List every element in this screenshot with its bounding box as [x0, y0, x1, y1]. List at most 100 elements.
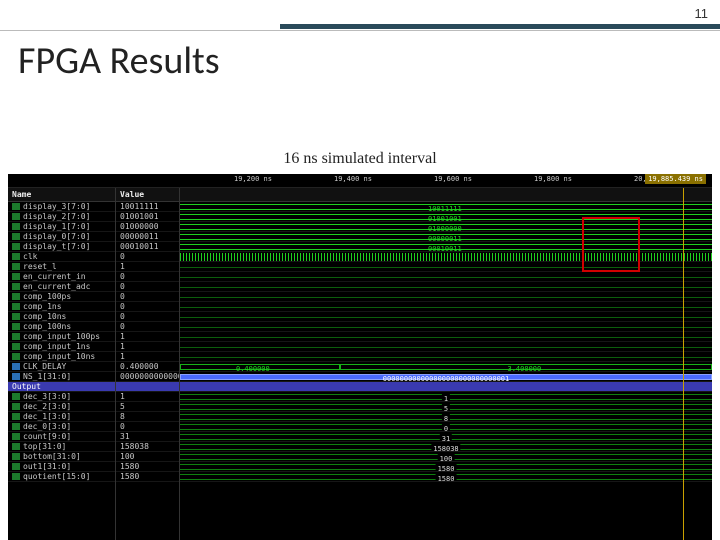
waveform-row[interactable] [180, 382, 712, 392]
signal-name[interactable]: comp_100ps [8, 292, 115, 302]
signal-name[interactable]: display_2[7:0] [8, 212, 115, 222]
bus-wave: 00000011 [180, 234, 712, 240]
waveform-row[interactable] [180, 352, 712, 362]
signal-value: 1580 [116, 472, 179, 482]
bus-wave-highlight: 000000000000000000000000000001 [180, 374, 712, 380]
waveform-row[interactable]: 1 [180, 392, 712, 402]
signal-value: 1 [116, 392, 179, 402]
column-header-value: Value [116, 188, 179, 202]
signal-name-text: clk [23, 252, 37, 261]
waveform-header [180, 188, 712, 202]
clock-wave [180, 253, 712, 261]
bus-wave: 100 [180, 454, 712, 460]
signal-name-text: en_current_adc [23, 282, 90, 291]
bus-wave: 01001001 [180, 214, 712, 220]
signal-name[interactable]: display_1[7:0] [8, 222, 115, 232]
bus-wave: 10011111 [180, 204, 712, 210]
bus-center-label: 000000000000000000000000000001 [381, 374, 511, 382]
waveform-row[interactable] [180, 272, 712, 282]
signal-type-icon [12, 433, 20, 440]
waveform-row[interactable]: 01000000 [180, 222, 712, 232]
signal-type-icon [12, 243, 20, 250]
bus-wave: 158038 [180, 444, 712, 450]
signal-type-icon [12, 233, 20, 240]
signal-name[interactable]: clk [8, 252, 115, 262]
signal-type-icon [12, 413, 20, 420]
ruler-tick: 19,600 ns [434, 175, 472, 183]
signal-name[interactable]: en_current_in [8, 272, 115, 282]
signal-name[interactable]: CLK_DELAY [8, 362, 115, 372]
waveform-column[interactable]: 10011111 01001001 01000000 00000011 00010011… [180, 188, 712, 540]
signal-name-text: top[31:0] [23, 442, 66, 451]
waveform-row[interactable]: 0 [180, 422, 712, 432]
signal-value: 0 [116, 302, 179, 312]
signal-name-text: out1[31:0] [23, 462, 71, 471]
bus-wave: 00010011 [180, 244, 712, 250]
bus-value-label: 01000000 [428, 224, 462, 232]
signal-name[interactable]: comp_100ns [8, 322, 115, 332]
waveform-row[interactable]: 8 [180, 412, 712, 422]
signal-name[interactable]: bottom[31:0] [8, 452, 115, 462]
waveform-row[interactable]: 00010011 [180, 242, 712, 252]
signal-name[interactable]: Output [8, 382, 115, 392]
signal-name-text: display_t[7:0] [23, 242, 90, 251]
delta-measure: 0.4000003.400000 [180, 362, 712, 372]
signal-name[interactable]: dec_2[3:0] [8, 402, 115, 412]
signal-name[interactable]: display_0[7:0] [8, 232, 115, 242]
signal-value: 1580 [116, 462, 179, 472]
waveform-row[interactable] [180, 322, 712, 332]
header-divider [0, 30, 720, 31]
signal-name[interactable]: comp_1ns [8, 302, 115, 312]
waveform-row[interactable] [180, 302, 712, 312]
cursor-line[interactable] [683, 188, 684, 540]
signal-name-text: CLK_DELAY [23, 362, 66, 371]
waveform-row[interactable]: 158038 [180, 442, 712, 452]
signal-name[interactable]: display_t[7:0] [8, 242, 115, 252]
waveform-row[interactable]: 0.4000003.400000 [180, 362, 712, 372]
waveform-row[interactable]: 01001001 [180, 212, 712, 222]
waveform-row[interactable] [180, 312, 712, 322]
waveform-row[interactable] [180, 282, 712, 292]
bus-wave: 8 [180, 414, 712, 420]
time-ruler[interactable]: 19,200 ns 19,400 ns 19,600 ns 19,800 ns … [8, 174, 712, 188]
signal-name[interactable]: out1[31:0] [8, 462, 115, 472]
waveform-row[interactable]: 100 [180, 452, 712, 462]
waveform-row[interactable]: 10011111 [180, 202, 712, 212]
signal-name-text: comp_input_10ns [23, 352, 95, 361]
signal-value: 0 [116, 272, 179, 282]
waveform-row[interactable] [180, 252, 712, 262]
signal-name[interactable]: dec_0[3:0] [8, 422, 115, 432]
signal-name[interactable]: comp_input_1ns [8, 342, 115, 352]
signal-name[interactable]: dec_3[3:0] [8, 392, 115, 402]
scalar-wave [180, 297, 712, 298]
waveform-row[interactable] [180, 292, 712, 302]
bus-wave: 1580 [180, 474, 712, 480]
signal-name[interactable]: comp_input_100ps [8, 332, 115, 342]
signal-name[interactable]: reset_l [8, 262, 115, 272]
signal-type-icon [12, 273, 20, 280]
waveform-row[interactable]: 1580 [180, 472, 712, 482]
signal-name[interactable]: en_current_adc [8, 282, 115, 292]
bus-center-label: 158038 [431, 444, 460, 452]
signal-name[interactable]: count[9:0] [8, 432, 115, 442]
signal-name[interactable]: comp_10ns [8, 312, 115, 322]
waveform-row[interactable]: 31 [180, 432, 712, 442]
signal-value: 000000000000000000000000000001 [116, 372, 179, 382]
scalar-wave [180, 327, 712, 328]
waveform-row[interactable] [180, 342, 712, 352]
waveform-row[interactable]: 00000011 [180, 232, 712, 242]
signal-name[interactable]: top[31:0] [8, 442, 115, 452]
waveform-row[interactable]: 1580 [180, 462, 712, 472]
signal-name-text: comp_10ns [23, 312, 66, 321]
waveform-row[interactable]: 000000000000000000000000000001 [180, 372, 712, 382]
signal-name[interactable]: dec_1[3:0] [8, 412, 115, 422]
signal-type-icon [12, 323, 20, 330]
signal-name[interactable]: display_3[7:0] [8, 202, 115, 212]
waveform-row[interactable]: 5 [180, 402, 712, 412]
signal-type-icon [12, 213, 20, 220]
waveform-row[interactable] [180, 262, 712, 272]
signal-name[interactable]: NS_1[31:0] [8, 372, 115, 382]
signal-name[interactable]: comp_input_10ns [8, 352, 115, 362]
waveform-row[interactable] [180, 332, 712, 342]
signal-name[interactable]: quotient[15:0] [8, 472, 115, 482]
